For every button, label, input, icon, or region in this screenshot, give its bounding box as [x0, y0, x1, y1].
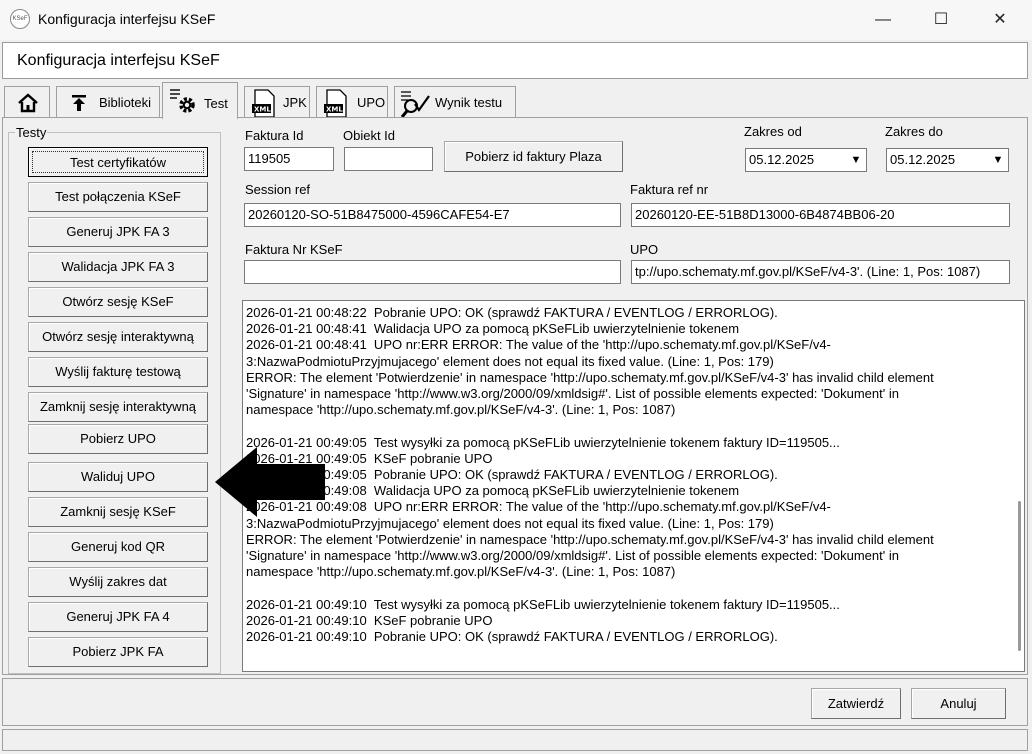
obiekt-id-input[interactable] — [344, 147, 433, 171]
session-ref-label: Session ref — [245, 182, 311, 197]
magnifier-check-icon — [400, 91, 430, 118]
wyslij-zakres-dat-button[interactable]: Wyślij zakres dat — [28, 567, 208, 597]
chevron-down-icon[interactable]: ▼ — [846, 149, 866, 171]
faktura-nr-ksef-label: Faktura Nr KSeF — [245, 242, 343, 257]
svg-text:XML: XML — [326, 106, 343, 114]
log-lines: 2026-01-21 00:48:22 Pobranie UPO: OK (sp… — [246, 305, 1006, 645]
log-line: 2026-01-21 00:49:05 Test wysyłki za pomo… — [246, 434, 840, 450]
window-title: Konfiguracja interfejsu KSeF — [38, 11, 216, 27]
zamknij-sesje-button[interactable]: Zamknij sesję KSeF — [28, 497, 208, 527]
log-line: 2026-01-21 00:49:10 Pobranie UPO: OK (sp… — [246, 629, 778, 645]
log-line: namespace 'http://upo.schematy.mf.gov.pl… — [246, 564, 676, 580]
left-arrow-icon — [215, 447, 325, 517]
zakres-do-datepicker[interactable]: 05.12.2025 ▼ — [886, 148, 1009, 172]
tab-test[interactable]: Test — [162, 82, 238, 119]
upo-input[interactable]: tp://upo.schematy.mf.gov.pl/KSeF/v4-3'. … — [631, 260, 1010, 284]
log-line: 3:NazwaPodmiotuPrzyjmujacego' element do… — [246, 353, 774, 369]
tab-label: Biblioteki — [99, 95, 152, 110]
tab-wynik-testu[interactable]: Wynik testu — [394, 86, 516, 118]
faktura-id-input[interactable]: 119505 — [244, 147, 334, 171]
status-bar — [2, 729, 1028, 751]
tab-label: Wynik testu — [435, 95, 503, 110]
xml-doc-icon: XML — [252, 89, 275, 118]
xml-doc-icon: XML — [324, 89, 347, 118]
faktura-nr-ksef-input[interactable] — [244, 260, 621, 284]
zakres-od-datepicker[interactable]: 05.12.2025 ▼ — [745, 148, 867, 172]
log-line: 2026-01-21 00:48:41 Walidacja UPO za pom… — [246, 321, 740, 337]
testy-legend: Testy — [15, 125, 48, 140]
log-line: 'Signature' in namespace 'http://www.w3.… — [246, 386, 899, 402]
tab-biblioteki[interactable]: Biblioteki — [56, 86, 160, 118]
svg-text:XML: XML — [254, 106, 271, 114]
faktura-ref-label: Faktura ref nr — [630, 182, 709, 197]
log-line: ERROR: The element 'Potwierdzenie' in na… — [246, 369, 934, 385]
header-panel: Konfiguracja interfejsu KSeF — [2, 42, 1028, 79]
tab-home[interactable] — [4, 86, 50, 118]
pobierz-id-faktury-button[interactable]: Pobierz id faktury Plaza — [444, 141, 623, 172]
log-line: 'Signature' in namespace 'http://www.w3.… — [246, 548, 899, 564]
pobierz-jpk-fa-button[interactable]: Pobierz JPK FA — [28, 637, 208, 667]
faktura-ref-input[interactable]: 20260120-EE-51B8D13000-6B4874BB06-20 — [631, 203, 1010, 227]
wyslij-fakture-button[interactable]: Wyślij fakturę testową — [28, 357, 208, 387]
chevron-down-icon[interactable]: ▼ — [988, 149, 1008, 171]
home-icon — [18, 93, 38, 113]
zakres-od-label: Zakres od — [744, 124, 802, 139]
minimize-button[interactable]: — — [860, 6, 906, 34]
scrollbar-thumb[interactable] — [1018, 501, 1021, 651]
tab-label: JPK — [283, 95, 307, 110]
anuluj-button[interactable]: Anuluj — [911, 688, 1006, 719]
tab-label: UPO — [357, 95, 386, 110]
zakres-do-label: Zakres do — [885, 124, 943, 139]
log-line: 2026-01-21 00:49:08 Walidacja UPO za pom… — [246, 483, 740, 499]
tab-upo[interactable]: XML UPO — [316, 86, 388, 118]
log-scrollbar[interactable] — [1012, 301, 1024, 671]
log-line: namespace 'http://upo.schematy.mf.gov.pl… — [246, 402, 676, 418]
log-line: 2026-01-21 00:48:22 Pobranie UPO: OK (sp… — [246, 305, 778, 320]
close-button[interactable]: ✕ — [977, 6, 1023, 34]
generuj-jpk-fa3-button[interactable]: Generuj JPK FA 3 — [28, 217, 208, 247]
walidacja-jpk-fa3-button[interactable]: Walidacja JPK FA 3 — [28, 252, 208, 282]
log-line: 2026-01-21 00:49:05 Pobranie UPO: OK (sp… — [246, 467, 778, 483]
upo-label: UPO — [630, 242, 659, 257]
log-textarea[interactable]: 2026-01-21 00:48:22 Pobranie UPO: OK (sp… — [242, 300, 1025, 672]
obiekt-id-label: Obiekt Id — [343, 128, 396, 143]
test-polaczenia-button[interactable]: Test połączenia KSeF — [28, 182, 208, 212]
test-certyfikatow-button[interactable]: Test certyfikatów — [28, 147, 208, 177]
log-line: 2026-01-21 00:49:05 KSeF pobranie UPO — [246, 450, 493, 466]
app-icon: KSeF — [10, 9, 30, 29]
generuj-jpk-fa4-button[interactable]: Generuj JPK FA 4 — [28, 602, 208, 632]
footer-bar: Zatwierdź Anuluj — [2, 678, 1028, 726]
button-label: Test certyfikatów — [32, 151, 204, 173]
pobierz-upo-button[interactable]: Pobierz UPO — [28, 424, 208, 454]
otworz-sesje-button[interactable]: Otwórz sesję KSeF — [28, 287, 208, 317]
tab-jpk[interactable]: XML JPK — [244, 86, 310, 118]
session-ref-input[interactable]: 20260120-SO-51B8475000-4596CAFE54-E7 — [244, 203, 621, 227]
tab-label: Test — [204, 96, 228, 111]
zakres-od-value: 05.12.2025 — [749, 152, 815, 167]
log-line: 2026-01-21 00:49:10 Test wysyłki za pomo… — [246, 596, 840, 612]
log-line: 2026-01-21 00:48:41 UPO nr:ERR ERROR: Th… — [246, 337, 831, 353]
otworz-sesje-interaktywna-button[interactable]: Otwórz sesję interaktywną — [28, 322, 208, 352]
maximize-button[interactable]: ☐ — [918, 6, 964, 34]
faktura-id-label: Faktura Id — [245, 128, 304, 143]
log-line: 2026-01-21 00:49:08 UPO nr:ERR ERROR: Th… — [246, 499, 831, 515]
zakres-do-value: 05.12.2025 — [890, 152, 956, 167]
log-line: 3:NazwaPodmiotuPrzyjmujacego' element do… — [246, 515, 774, 531]
title-bar[interactable]: KSeF Konfiguracja interfejsu KSeF — ☐ ✕ — [0, 0, 1032, 40]
waliduj-upo-button[interactable]: Waliduj UPO — [28, 462, 208, 492]
header-title: Konfiguracja interfejsu KSeF — [17, 52, 220, 69]
upload-arrow-icon — [72, 95, 86, 111]
log-line: ERROR: The element 'Potwierdzenie' in na… — [246, 531, 934, 547]
log-line: 2026-01-21 00:49:10 KSeF pobranie UPO — [246, 612, 493, 628]
main-window: KSeF Konfiguracja interfejsu KSeF — ☐ ✕ … — [0, 0, 1032, 754]
gear-list-icon — [170, 89, 195, 113]
generuj-kod-qr-button[interactable]: Generuj kod QR — [28, 532, 208, 562]
zatwierdz-button[interactable]: Zatwierdź — [811, 688, 901, 719]
tab-strip: Biblioteki Test XML JPK XML UPO Wynik te… — [0, 82, 1032, 119]
zamknij-sesje-interaktywna-button[interactable]: Zamknij sesję interaktywną — [28, 392, 208, 422]
